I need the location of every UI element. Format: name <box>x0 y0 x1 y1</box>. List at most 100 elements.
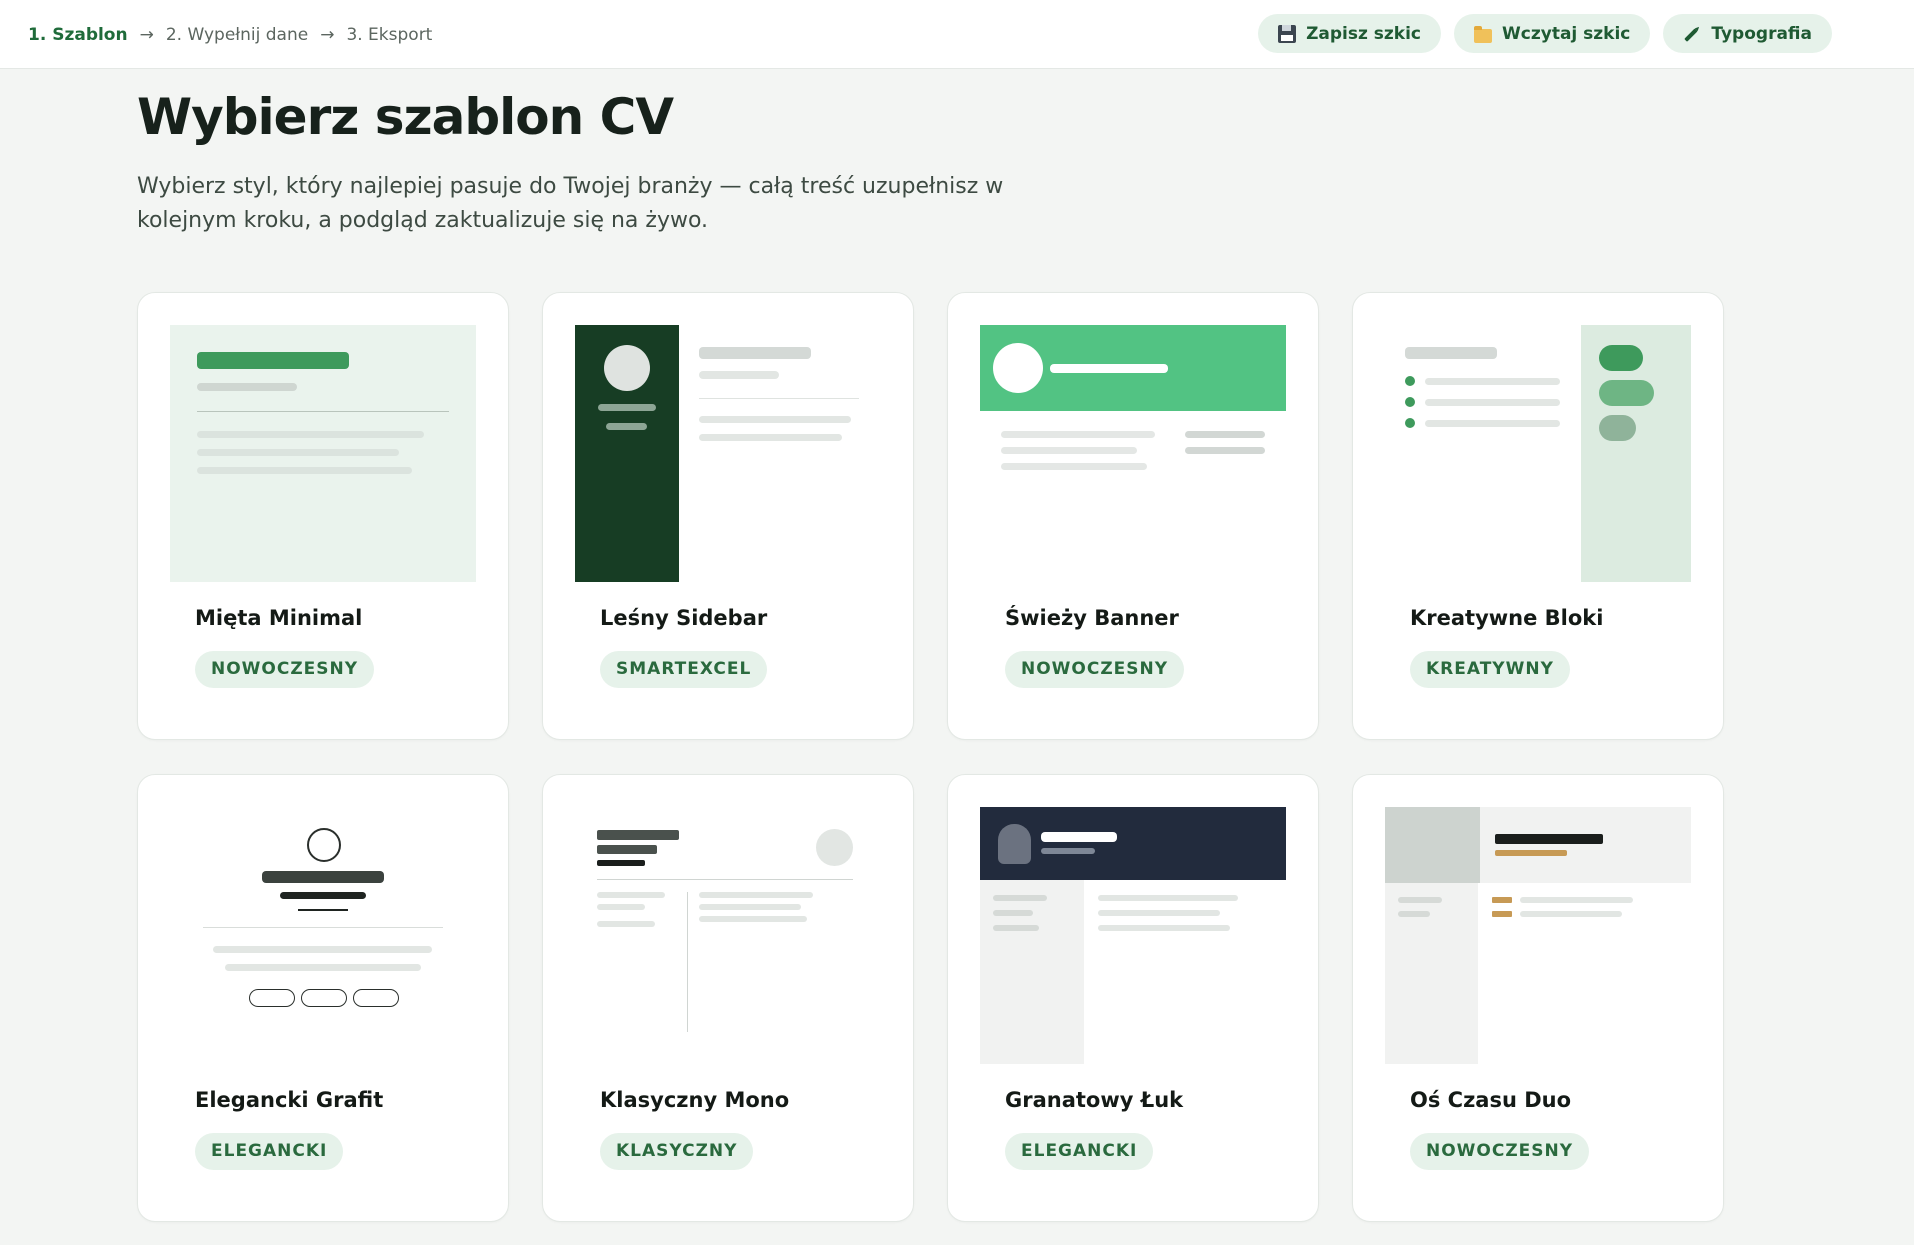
load-draft-button[interactable]: Wczytaj szkic <box>1454 14 1651 53</box>
preview-pill <box>353 989 399 1007</box>
template-name: Oś Czasu Duo <box>1410 1088 1572 1112</box>
arrow-icon: → <box>320 24 335 45</box>
preview-sidebar <box>1385 883 1478 1064</box>
arrow-icon: → <box>139 24 154 45</box>
typography-button[interactable]: Typografia <box>1663 14 1832 53</box>
preview-line <box>699 416 851 423</box>
preview-bar <box>1495 834 1603 844</box>
preview-line <box>1098 895 1238 901</box>
preview-line <box>993 925 1039 931</box>
preview-line <box>1425 420 1560 427</box>
preview-bar <box>262 871 384 883</box>
preview-line <box>699 434 842 441</box>
template-name: Granatowy Łuk <box>1005 1088 1184 1112</box>
preview-line <box>197 449 399 456</box>
bullet-dot-icon <box>1405 418 1415 428</box>
pen-icon <box>1680 21 1705 46</box>
top-bar: 1. Szablon → 2. Wypełnij dane → 3. Ekspo… <box>0 0 1914 69</box>
preview-line <box>1398 897 1442 903</box>
step-fill-data[interactable]: 2. Wypełnij dane <box>166 25 308 45</box>
preview-line <box>1495 850 1567 856</box>
preview-line <box>699 904 801 910</box>
preview-line <box>1001 447 1137 454</box>
preview-line <box>197 467 412 474</box>
avatar-placeholder-icon <box>307 828 341 862</box>
preview-line <box>280 892 366 899</box>
template-name: Kreatywne Bloki <box>1410 606 1604 630</box>
folder-icon <box>1474 25 1493 43</box>
timeline-marker <box>1492 911 1512 917</box>
floppy-disk-icon <box>1278 24 1297 43</box>
preview-divider <box>597 879 853 880</box>
template-name: Leśny Sidebar <box>600 606 768 630</box>
preview-divider <box>203 927 443 928</box>
preview-divider <box>699 398 859 399</box>
template-card-granatowy-luk[interactable]: Granatowy Łuk ELEGANCKI <box>947 774 1319 1222</box>
template-card-swiezy-banner[interactable]: Świeży Banner NOWOCZESNY <box>947 292 1319 740</box>
preview-divider <box>687 892 688 1032</box>
preview-line <box>597 904 645 910</box>
preview-line <box>1001 463 1147 470</box>
typography-label: Typografia <box>1711 23 1812 44</box>
preview-bar <box>597 845 657 854</box>
preview-line <box>1425 399 1560 406</box>
preview-line <box>699 892 813 898</box>
template-name: Mięta Minimal <box>195 606 363 630</box>
preview-line <box>197 383 297 391</box>
preview-line <box>1041 848 1095 854</box>
template-category-badge: KREATYWNY <box>1410 651 1570 688</box>
preview-header <box>1480 807 1691 883</box>
preview-line <box>1098 925 1230 931</box>
template-preview <box>1385 325 1691 582</box>
preview-line <box>597 921 655 927</box>
preview-line <box>1098 910 1220 916</box>
template-preview <box>575 807 881 1064</box>
preview-line <box>213 946 432 953</box>
template-category-badge: NOWOCZESNY <box>1005 651 1185 688</box>
template-name: Klasyczny Mono <box>600 1088 790 1112</box>
bullet-dot-icon <box>1405 376 1415 386</box>
avatar-placeholder-icon <box>993 343 1043 393</box>
save-draft-button[interactable]: Zapisz szkic <box>1258 14 1442 53</box>
preview-pill <box>301 989 347 1007</box>
template-preview <box>980 807 1286 1064</box>
save-draft-label: Zapisz szkic <box>1306 23 1422 44</box>
step-template[interactable]: 1. Szablon <box>28 25 128 45</box>
preview-bar <box>597 830 679 840</box>
page-subtitle: Wybierz styl, który najlepiej pasuje do … <box>137 174 1004 233</box>
preview-line <box>1050 364 1168 373</box>
preview-divider <box>298 909 348 911</box>
preview-photo-block <box>1385 807 1480 883</box>
preview-line <box>197 431 424 438</box>
avatar-placeholder-icon <box>998 824 1031 864</box>
template-category-badge: SMARTEXCEL <box>600 651 768 688</box>
template-category-badge: KLASYCZNY <box>600 1133 754 1170</box>
preview-line <box>1398 911 1430 917</box>
preview-line <box>597 892 665 898</box>
preview-line <box>597 860 645 866</box>
preview-line <box>1520 911 1622 917</box>
preview-line <box>1185 431 1265 438</box>
step-export[interactable]: 3. Eksport <box>346 25 432 45</box>
template-card-os-czasu-duo[interactable]: Oś Czasu Duo NOWOCZESNY <box>1352 774 1724 1222</box>
template-card-elegancki-grafit[interactable]: Elegancki Grafit ELEGANCKI <box>137 774 509 1222</box>
template-category-badge: NOWOCZESNY <box>1410 1133 1590 1170</box>
bullet-dot-icon <box>1405 397 1415 407</box>
preview-line <box>225 964 421 971</box>
preview-line <box>1001 431 1155 438</box>
template-card-klasyczny-mono[interactable]: Klasyczny Mono KLASYCZNY <box>542 774 914 1222</box>
preview-pill <box>1599 345 1643 371</box>
load-draft-label: Wczytaj szkic <box>1502 23 1631 44</box>
preview-line <box>1185 447 1265 454</box>
preview-bar <box>699 347 811 359</box>
preview-line <box>1520 897 1633 903</box>
template-card-lesny-sidebar[interactable]: Leśny Sidebar SMARTEXCEL <box>542 292 914 740</box>
template-card-mieta-minimal[interactable]: Mięta Minimal NOWOCZESNY <box>137 292 509 740</box>
template-card-kreatywne-bloki[interactable]: Kreatywne Bloki KREATYWNY <box>1352 292 1724 740</box>
template-category-badge: ELEGANCKI <box>195 1133 344 1170</box>
preview-bar <box>197 352 349 369</box>
preview-pill <box>1599 380 1654 406</box>
preview-pill <box>1599 415 1636 441</box>
preview-pill <box>249 989 295 1007</box>
preview-line <box>699 916 807 922</box>
